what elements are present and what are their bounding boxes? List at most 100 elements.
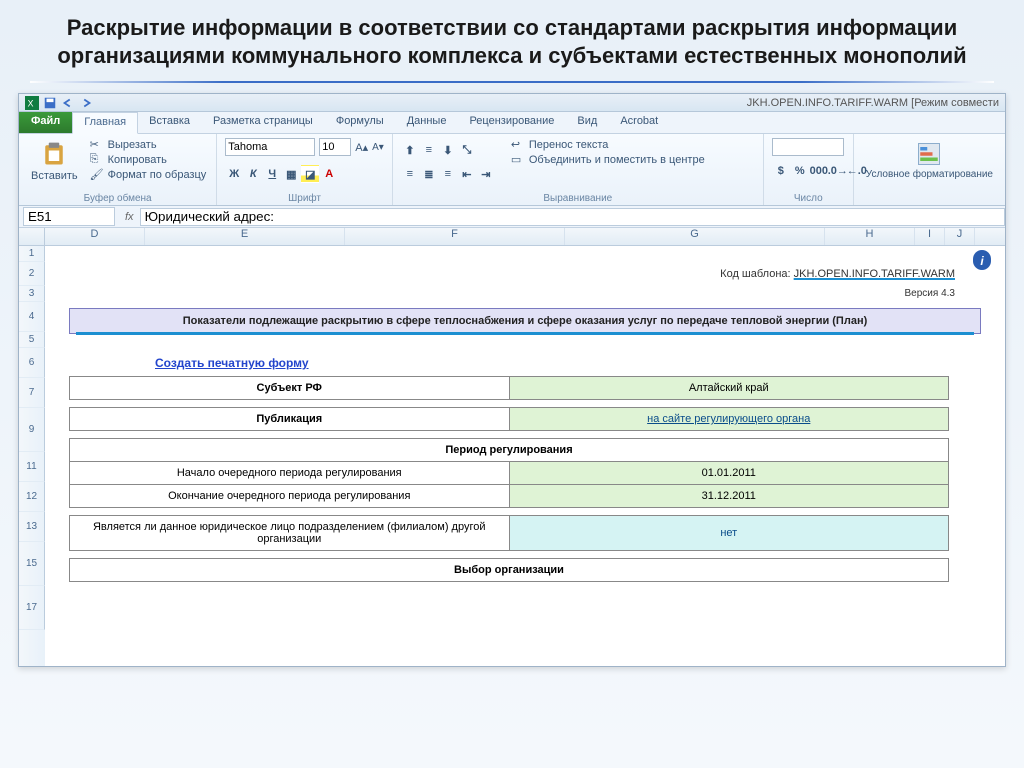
ribbon-body: Вставить ✂Вырезать ⎘Копировать 🖌Формат п… — [19, 134, 1005, 206]
tab-acrobat[interactable]: Acrobat — [609, 112, 670, 133]
percent-icon[interactable]: % — [791, 162, 809, 180]
bold-button[interactable]: Ж — [225, 165, 243, 183]
worksheet-grid[interactable]: Код шаблона: JKH.OPEN.INFO.TARIFF.WARM В… — [45, 246, 1005, 666]
title-bar: X JKH.OPEN.INFO.TARIFF.WARM [Режим совме… — [19, 94, 1005, 112]
subject-label: Субъект РФ — [70, 377, 510, 400]
tab-file[interactable]: Файл — [19, 112, 72, 133]
align-right-icon[interactable]: ≡ — [439, 165, 457, 183]
currency-icon[interactable]: $ — [772, 162, 790, 180]
increase-font-icon[interactable]: A▴ — [355, 141, 368, 154]
align-center-icon[interactable]: ≣ — [420, 165, 438, 183]
quick-access-toolbar: X — [25, 96, 93, 110]
font-group-label: Шрифт — [225, 192, 384, 204]
formula-bar: fx — [19, 206, 1005, 228]
row-header[interactable]: 1 — [19, 246, 45, 262]
brush-icon: 🖌 — [90, 168, 104, 182]
group-styles: Условное форматирование — [854, 134, 1005, 205]
formula-input[interactable] — [140, 208, 1005, 226]
excel-window: X JKH.OPEN.INFO.TARIFF.WARM [Режим совме… — [18, 93, 1006, 667]
cut-label: Вырезать — [108, 139, 157, 151]
slide-title: Раскрытие информации в соответствии со с… — [0, 0, 1024, 75]
col-header[interactable]: J — [945, 228, 975, 245]
row-header[interactable]: 12 — [19, 482, 45, 512]
wrap-label: Перенос текста — [529, 139, 609, 151]
copy-button[interactable]: ⎘Копировать — [88, 153, 209, 167]
row-header[interactable]: 5 — [19, 332, 45, 348]
redo-icon[interactable] — [79, 96, 93, 110]
row-header[interactable]: 7 — [19, 378, 45, 408]
publication-value[interactable]: на сайте регулирующего органа — [509, 408, 949, 431]
merge-center-button[interactable]: ▭Объединить и поместить в центре — [509, 153, 707, 167]
col-header[interactable]: F — [345, 228, 565, 245]
row-header[interactable]: 3 — [19, 286, 45, 302]
border-button[interactable]: ▦ — [282, 165, 300, 183]
tab-data[interactable]: Данные — [396, 112, 459, 133]
font-name-select[interactable] — [225, 138, 315, 156]
align-middle-icon[interactable]: ≡ — [420, 141, 438, 159]
subject-value[interactable]: Алтайский край — [509, 377, 949, 400]
cut-button[interactable]: ✂Вырезать — [88, 138, 209, 152]
orientation-icon[interactable]: ⤡ — [458, 141, 476, 159]
italic-button[interactable]: К — [244, 165, 262, 183]
fill-color-button[interactable]: ◪ — [301, 165, 319, 183]
row-header[interactable]: 9 — [19, 408, 45, 452]
col-header[interactable]: D — [45, 228, 145, 245]
template-form: Субъект РФ Алтайский край Публикация на … — [69, 376, 949, 582]
tab-home[interactable]: Главная — [72, 112, 138, 134]
template-code: JKH.OPEN.INFO.TARIFF.WARM — [794, 268, 955, 280]
wrap-text-button[interactable]: ↩Перенос текста — [509, 138, 707, 152]
row-header[interactable]: 15 — [19, 542, 45, 586]
row-header[interactable]: 2 — [19, 262, 45, 286]
tab-page-layout[interactable]: Разметка страницы — [202, 112, 325, 133]
row-header[interactable]: 13 — [19, 512, 45, 542]
align-left-icon[interactable]: ≡ — [401, 165, 419, 183]
format-painter-button[interactable]: 🖌Формат по образцу — [88, 168, 209, 182]
col-header[interactable]: I — [915, 228, 945, 245]
tab-formulas[interactable]: Формулы — [325, 112, 396, 133]
paste-button[interactable]: Вставить — [27, 138, 82, 184]
decrease-font-icon[interactable]: A▾ — [372, 142, 384, 153]
row-header[interactable]: 17 — [19, 586, 45, 630]
row-header[interactable]: 6 — [19, 348, 45, 378]
tab-review[interactable]: Рецензирование — [458, 112, 566, 133]
font-color-button[interactable]: A — [320, 165, 338, 183]
conditional-formatting-button[interactable]: Условное форматирование — [862, 138, 997, 182]
excel-icon: X — [25, 96, 39, 110]
indent-increase-icon[interactable]: ⇥ — [477, 165, 495, 183]
publication-label: Публикация — [70, 408, 510, 431]
col-header[interactable]: G — [565, 228, 825, 245]
align-bottom-icon[interactable]: ⬇ — [439, 141, 457, 159]
align-top-icon[interactable]: ⬆ — [401, 141, 419, 159]
col-header[interactable]: H — [825, 228, 915, 245]
copy-icon: ⎘ — [90, 153, 104, 167]
font-size-select[interactable] — [319, 138, 351, 156]
group-font: A▴ A▾ Ж К Ч ▦ ◪ A Шрифт — [217, 134, 393, 205]
select-all-corner[interactable] — [19, 228, 45, 245]
number-format-select[interactable] — [772, 138, 844, 156]
underline-button[interactable]: Ч — [263, 165, 281, 183]
tab-view[interactable]: Вид — [566, 112, 609, 133]
branch-value[interactable]: нет — [509, 516, 949, 551]
branch-label: Является ли данное юридическое лицо подр… — [70, 516, 510, 551]
comma-icon[interactable]: 000 — [810, 162, 828, 180]
col-header[interactable]: E — [145, 228, 345, 245]
alignment-group-label: Выравнивание — [401, 192, 755, 204]
group-alignment: ⬆ ≡ ⬇ ⤡ ≡ ≣ ≡ ⇤ ⇥ ↩Перенос текста — [393, 134, 764, 205]
save-icon[interactable] — [43, 96, 57, 110]
period-start-value[interactable]: 01.01.2011 — [509, 462, 949, 485]
row-header[interactable]: 4 — [19, 302, 45, 332]
undo-icon[interactable] — [61, 96, 75, 110]
name-box[interactable] — [23, 207, 115, 226]
cond-fmt-label: Условное форматирование — [866, 170, 993, 180]
tab-insert[interactable]: Вставка — [138, 112, 202, 133]
info-icon[interactable]: i — [973, 252, 991, 270]
org-section: Выбор организации — [70, 559, 949, 582]
row-header[interactable]: 11 — [19, 452, 45, 482]
fx-icon[interactable]: fx — [119, 211, 140, 223]
period-end-value[interactable]: 31.12.2011 — [509, 485, 949, 508]
indent-decrease-icon[interactable]: ⇤ — [458, 165, 476, 183]
column-headers: D E F G H I J — [19, 228, 1005, 246]
increase-decimal-icon[interactable]: .0→ — [829, 162, 847, 180]
create-print-form-link[interactable]: Создать печатную форму — [155, 356, 1005, 370]
sheet-area: 1 2 3 4 5 6 7 9 11 12 13 15 17 Код шабло… — [19, 246, 1005, 666]
